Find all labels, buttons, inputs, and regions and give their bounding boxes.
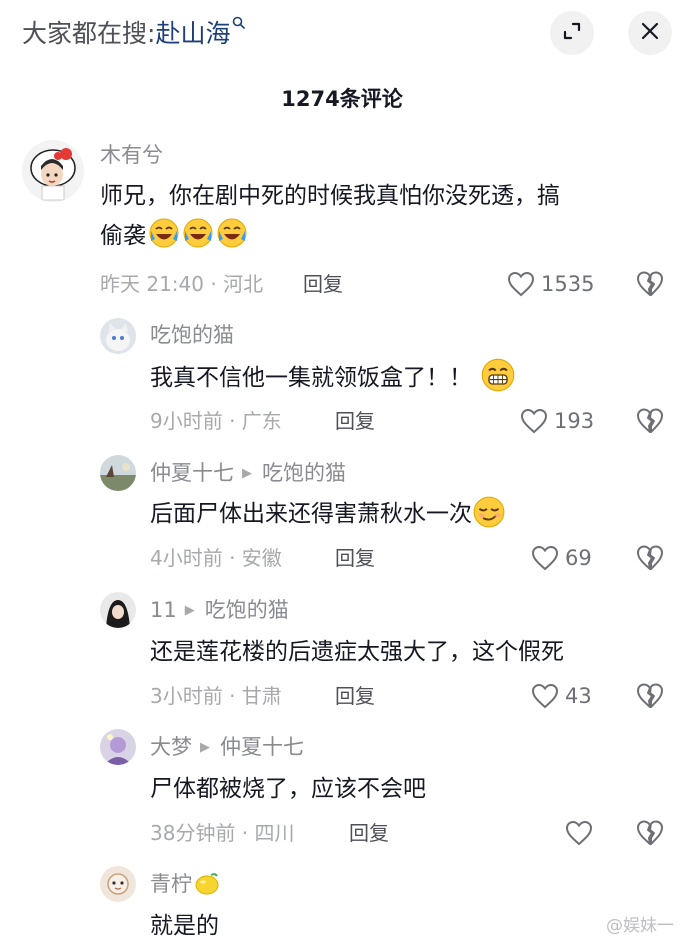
crying-laugh-emoji xyxy=(183,218,213,248)
comment-text-line: 偷袭 xyxy=(100,223,146,249)
top-bar: 大家都在搜:赴山海 xyxy=(0,0,684,70)
avatar[interactable] xyxy=(100,318,136,354)
reply-meta: 4小时前 · 安徽 xyxy=(150,546,282,570)
reply-author[interactable]: 仲夏十七 xyxy=(150,461,234,485)
expand-button[interactable] xyxy=(550,11,594,55)
reply-author[interactable]: 11 xyxy=(150,598,177,622)
crying-laugh-emoji xyxy=(149,218,179,248)
like-button[interactable]: 69 xyxy=(531,543,592,573)
reply-text-content: 就是的 xyxy=(150,913,219,939)
close-button[interactable] xyxy=(628,11,672,55)
reply-button[interactable]: 回复 xyxy=(303,270,343,298)
grinning-emoji xyxy=(481,358,515,392)
lemon-emoji xyxy=(195,873,219,895)
comment-count: 1274条评论 xyxy=(281,87,403,111)
heart-icon xyxy=(565,820,593,846)
dislike-button[interactable] xyxy=(635,406,665,436)
reply-button[interactable]: 回复 xyxy=(335,544,375,572)
search-icon xyxy=(232,16,246,29)
reply-text: 就是的 xyxy=(150,906,650,946)
search-suggestion[interactable]: 大家都在搜:赴山海 xyxy=(22,16,246,51)
reply-username: 青柠 xyxy=(150,870,220,898)
comment-text-line: 师兄，你在剧中死的时候我真怕你没死透，搞 xyxy=(100,183,560,209)
reply-author[interactable]: 青柠 xyxy=(150,872,192,896)
avatar[interactable] xyxy=(100,729,136,765)
broken-heart-icon xyxy=(637,820,663,845)
like-count: 69 xyxy=(565,546,592,570)
like-count: 43 xyxy=(565,684,592,708)
avatar[interactable] xyxy=(100,592,136,628)
reply-button[interactable]: 回复 xyxy=(335,407,375,435)
avatar[interactable] xyxy=(100,866,136,902)
dislike-button[interactable] xyxy=(635,269,665,299)
reply-username: 大梦 ▶ 仲夏十七 xyxy=(150,733,304,762)
broken-heart-icon xyxy=(637,545,663,570)
crying-laugh-emoji xyxy=(217,218,247,248)
comment-meta: 昨天 21:40 · 河北 xyxy=(100,272,264,296)
reply-meta: 3小时前 · 甘肃 xyxy=(150,684,282,708)
dislike-button[interactable] xyxy=(635,818,665,848)
broken-heart-icon xyxy=(637,271,663,296)
like-button[interactable]: 43 xyxy=(531,681,592,711)
reply-meta: 9小时前 · 广东 xyxy=(150,409,282,433)
comment-username[interactable]: 木有兮 xyxy=(100,141,163,169)
reply-arrow-icon: ▶ xyxy=(242,466,252,481)
watermark: @娱妹一 xyxy=(606,916,674,936)
reply-text: 后面尸体出来还得害萧秋水一次 xyxy=(150,494,650,534)
reply-target[interactable]: 吃饱的猫 xyxy=(205,598,289,622)
heart-icon xyxy=(531,683,559,709)
broken-heart-icon xyxy=(637,408,663,433)
reply-button[interactable]: 回复 xyxy=(335,682,375,710)
search-suggestion-prefix: 大家都在搜: xyxy=(22,19,156,48)
search-suggestion-keyword[interactable]: 赴山海 xyxy=(155,19,230,48)
reply-username: 11 ▶ 吃饱的猫 xyxy=(150,596,289,625)
like-button[interactable] xyxy=(565,818,593,848)
dislike-button[interactable] xyxy=(635,681,665,711)
reply-text-content: 我真不信他一集就领饭盒了！！ xyxy=(150,365,472,391)
comment-text: 师兄，你在剧中死的时候我真怕你没死透，搞 偷袭 xyxy=(100,176,660,256)
like-button[interactable]: 1535 xyxy=(507,269,594,299)
like-count: 1535 xyxy=(541,272,595,296)
reply-button[interactable]: 回复 xyxy=(349,819,389,847)
avatar[interactable] xyxy=(100,455,136,491)
close-icon xyxy=(639,20,661,46)
avatar[interactable] xyxy=(22,140,84,202)
reply-text-content: 还是莲花楼的后遗症太强大了，这个假死 xyxy=(150,639,564,665)
smirk-emoji xyxy=(473,496,505,528)
reply-text-content: 后面尸体出来还得害萧秋水一次 xyxy=(150,501,472,527)
reply-target[interactable]: 吃饱的猫 xyxy=(262,461,346,485)
reply-text: 我真不信他一集就领饭盒了！！ xyxy=(150,357,650,398)
reply-arrow-icon: ▶ xyxy=(200,740,210,755)
reply-meta: 38分钟前 · 四川 xyxy=(150,821,295,845)
like-count: 193 xyxy=(554,409,595,433)
reply-arrow-icon: ▶ xyxy=(184,603,195,618)
expand-icon xyxy=(561,20,583,46)
heart-icon xyxy=(507,271,535,297)
reply-author[interactable]: 大梦 xyxy=(150,735,192,759)
like-button[interactable]: 193 xyxy=(520,406,594,436)
dislike-button[interactable] xyxy=(635,543,665,573)
heart-icon xyxy=(520,408,548,434)
comment-text-line-2: 偷袭 xyxy=(100,216,660,256)
reply-username[interactable]: 吃饱的猫 xyxy=(150,321,234,349)
broken-heart-icon xyxy=(637,683,663,708)
reply-text-content: 尸体都被烧了，应该不会吧 xyxy=(150,776,426,802)
reply-text: 尸体都被烧了，应该不会吧 xyxy=(150,769,650,809)
reply-username: 仲夏十七 ▶ 吃饱的猫 xyxy=(150,459,346,488)
reply-target[interactable]: 仲夏十七 xyxy=(220,735,304,759)
reply-text: 还是莲花楼的后遗症太强大了，这个假死 xyxy=(150,632,670,672)
heart-icon xyxy=(531,545,559,571)
